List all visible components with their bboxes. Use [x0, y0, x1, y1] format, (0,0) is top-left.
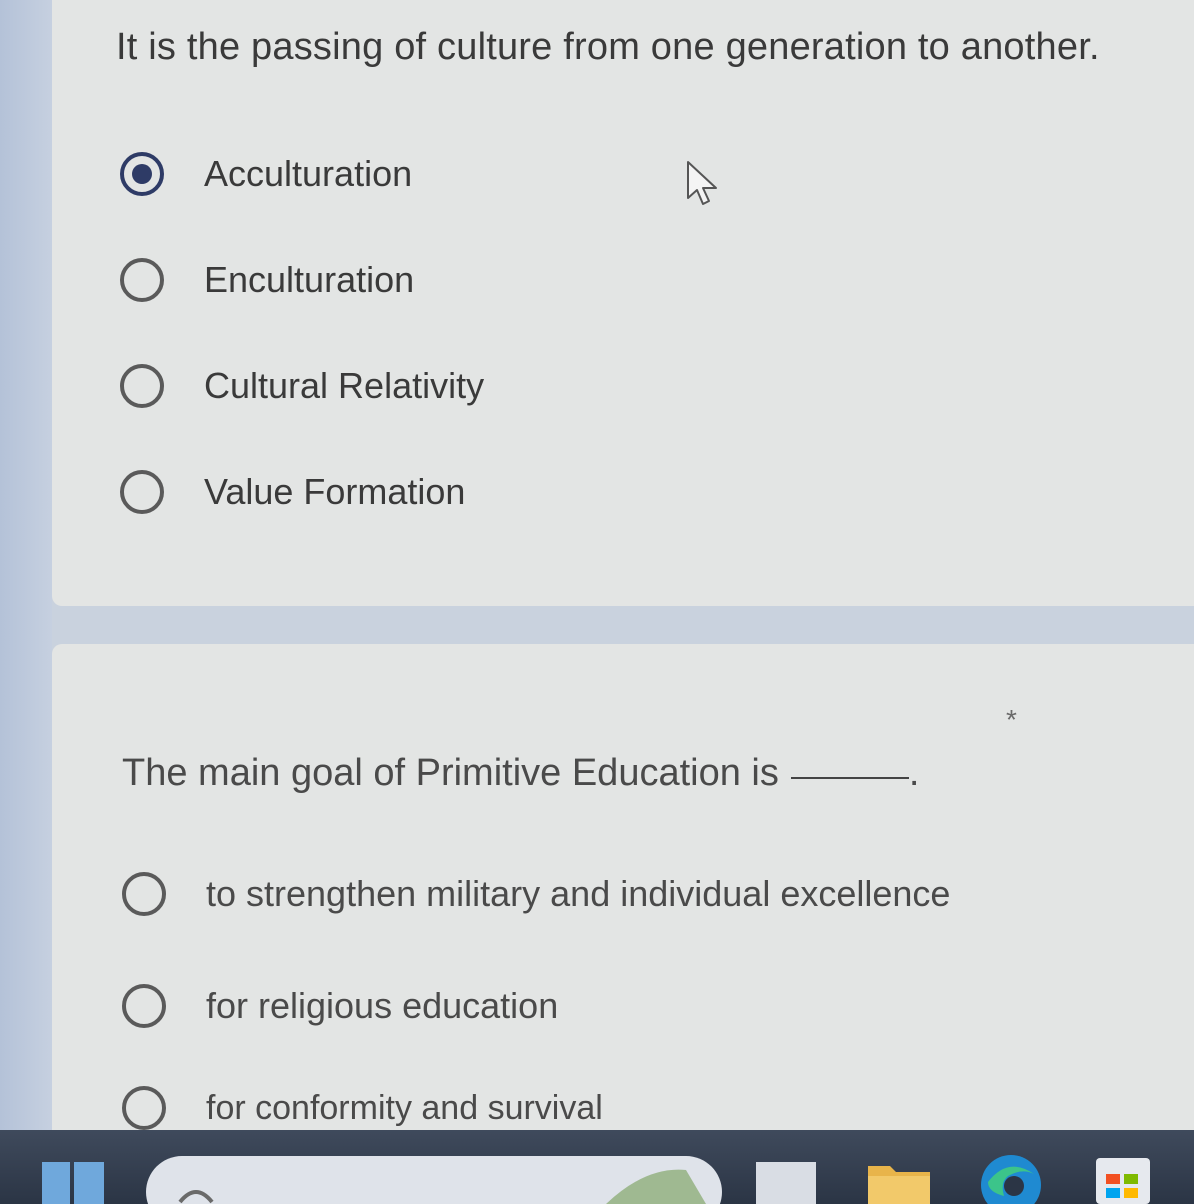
option-label: Enculturation — [204, 259, 415, 300]
search-icon[interactable] — [146, 1156, 722, 1204]
mouse-cursor-icon — [687, 161, 717, 205]
option-label: Value Formation — [204, 471, 466, 512]
radio-unselected-icon[interactable] — [122, 872, 166, 916]
start-icon[interactable] — [40, 1154, 106, 1204]
option-value-formation[interactable]: Value Formation — [120, 470, 465, 514]
radio-unselected-icon[interactable] — [120, 364, 164, 408]
answer-blank — [790, 777, 909, 779]
option-label: to strengthen military and individual ex… — [206, 873, 951, 914]
option-label: for conformity and survival — [206, 1088, 603, 1127]
radio-unselected-icon[interactable] — [122, 984, 166, 1028]
option-label: Cultural Relativity — [204, 365, 485, 406]
store-icon[interactable] — [1092, 1152, 1154, 1204]
option-religious-education[interactable]: for religious education — [122, 984, 558, 1028]
radio-unselected-icon[interactable] — [120, 470, 164, 514]
option-acculturation[interactable]: Acculturation — [120, 152, 412, 196]
option-label: for religious education — [206, 985, 559, 1026]
question-2-prompt: The main goal of Primitive Education is — [122, 752, 779, 794]
question-2-text: The main goal of Primitive Education is. — [122, 752, 919, 795]
option-label: Acculturation — [204, 153, 413, 194]
required-asterisk: * — [1006, 704, 1017, 735]
question-1-text: It is the passing of culture from one ge… — [116, 26, 1100, 68]
file-explorer-icon[interactable] — [866, 1160, 932, 1204]
option-military-excellence[interactable]: to strengthen military and individual ex… — [122, 872, 950, 916]
radio-unselected-icon[interactable] — [122, 1086, 166, 1130]
question-card-1 — [52, 0, 1194, 606]
taskbar — [0, 1130, 1194, 1204]
option-enculturation[interactable]: Enculturation — [120, 258, 414, 302]
radio-unselected-icon[interactable] — [120, 258, 164, 302]
radio-selected-icon[interactable] — [120, 152, 164, 196]
question-2-period: . — [908, 752, 920, 794]
task-view-icon[interactable] — [754, 1160, 818, 1204]
edge-browser-icon[interactable] — [978, 1152, 1044, 1204]
left-background-strip — [0, 0, 52, 1130]
option-cultural-relativity[interactable]: Cultural Relativity — [120, 364, 484, 408]
option-conformity-survival[interactable]: for conformity and survival — [122, 1086, 603, 1130]
